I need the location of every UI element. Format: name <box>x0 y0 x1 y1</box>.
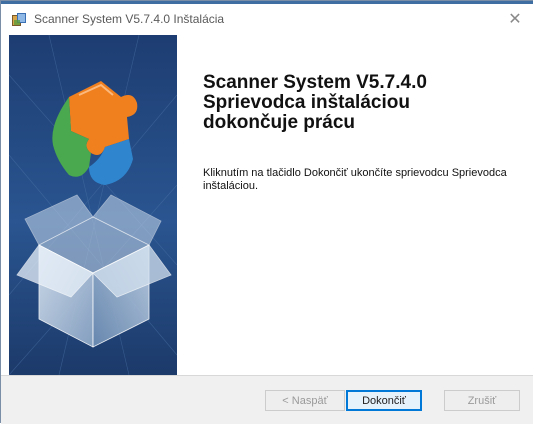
installer-window: Scanner System V5.7.4.0 Inštalácia ✕ Sca… <box>0 0 533 424</box>
heading-line: dokončuje prácu <box>203 112 356 133</box>
back-button[interactable]: < Naspäť <box>265 390 345 411</box>
heading-line: Sprievodca inštaláciou <box>203 92 410 113</box>
title-bar[interactable]: Scanner System V5.7.4.0 Inštalácia ✕ <box>1 4 533 35</box>
puzzle-box-illustration <box>9 35 177 375</box>
window-title: Scanner System V5.7.4.0 Inštalácia <box>34 12 225 26</box>
wizard-content: Scanner System V5.7.4.0 Sprievodca inšta… <box>1 35 533 375</box>
completion-description: Kliknutím na tlačidlo Dokončiť ukončíte … <box>203 167 507 192</box>
close-button[interactable]: ✕ <box>500 6 530 32</box>
installer-package-icon <box>11 12 27 28</box>
completion-heading: Scanner System V5.7.4.0 Sprievodca inšta… <box>203 73 523 133</box>
cancel-button[interactable]: Zrušiť <box>444 390 520 411</box>
close-icon: ✕ <box>508 11 522 28</box>
wizard-main-panel: Scanner System V5.7.4.0 Sprievodca inšta… <box>177 35 533 375</box>
side-banner <box>9 35 177 375</box>
heading-line: Scanner System V5.7.4.0 <box>203 72 427 93</box>
finish-button[interactable]: Dokončiť <box>346 390 422 411</box>
button-bar: < Naspäť Dokončiť Zrušiť <box>1 375 533 424</box>
